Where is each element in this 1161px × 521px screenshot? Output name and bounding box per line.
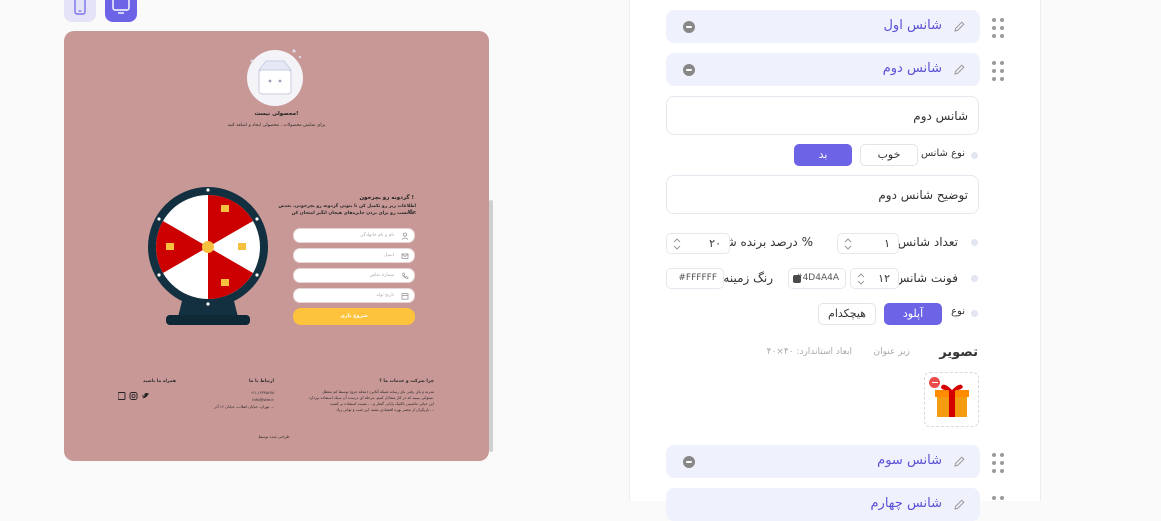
stepper-arrows-icon[interactable] [844,237,852,251]
chance-row-1[interactable]: شانس اول [666,10,980,43]
font-size-stepper[interactable]: ۱۲ [850,268,899,289]
desktop-view-button[interactable] [105,0,137,22]
mobile-icon [74,0,86,15]
phone-icon [402,272,409,279]
start-game-button[interactable]: شروع بازی [293,308,415,325]
bullet [971,275,978,282]
phone-field[interactable]: شماره تماس [293,268,415,283]
chance-settings-panel: شانس اول شانس دوم شانس دوم نوع شانس خوب … [629,0,1041,521]
stepper-arrows-icon[interactable] [673,237,681,251]
bg-color-label: رنگ زمینه [723,271,773,285]
twitter-icon [142,392,149,399]
email-field[interactable]: ایمیل [293,248,415,263]
chance-type-label: نوع شانس [920,148,965,159]
facebook-icon [118,392,126,400]
social-icons[interactable] [118,392,150,400]
chance-row-3[interactable]: شانس سوم [666,445,980,478]
chance-name-input[interactable]: شانس دوم [666,96,979,135]
font-color-picker[interactable]: #4D4A4A [788,268,846,289]
type-bad-button[interactable]: بد [794,144,852,166]
kind-label: نوع [951,306,965,317]
form-desc-2: شانست رو برای بردن جایزه‌های هیجان انگیز… [291,211,416,216]
chance-row-2[interactable]: شانس دوم [666,53,980,86]
font-color-swatch [793,275,801,283]
image-dimensions: ابعاد استاندارد: ۴۰×۴۰ [766,347,852,357]
mobile-view-button[interactable] [64,0,96,22]
win-percent-stepper[interactable]: ۲۰ [666,233,730,254]
count-stepper[interactable]: ۱ [837,233,899,254]
page-preview: محصولی نیست! برای نمایش محصولات ، محصولی… [64,31,489,461]
chance-2-label: شانس دوم [882,61,942,76]
footer-contact-text: ۰۲۱-۱۲۳۴۵۶۷۸ info@site.ir تهران، خیابان … [214,390,274,409]
image-upload-box[interactable] [924,372,979,427]
drag-handle-icon[interactable] [992,61,1006,81]
image-subtitle: زیر عنوان [873,347,910,357]
fortune-wheel[interactable] [146,185,270,327]
empty-box-illustration [247,49,303,106]
empty-subtitle: برای نمایش محصولات ، محصولی ایجاد و اضاف… [227,123,326,128]
bullet [971,310,978,317]
chance-4-label: شانس چهارم [870,496,943,511]
remove-chance-1-button[interactable] [683,21,695,33]
pencil-icon[interactable] [953,63,966,76]
empty-title: محصولی نیست! [254,111,299,117]
preview-scrollbar[interactable] [489,200,493,452]
remove-image-button[interactable] [929,377,940,388]
bullet [971,152,978,159]
birthday-field[interactable]: تاریخ تولد [293,288,415,303]
kind-none-button[interactable]: هیچکدام [818,303,876,325]
monitor-icon [112,0,130,14]
chance-3-label: شانس سوم [877,453,942,468]
pencil-icon[interactable] [953,498,966,511]
bullet [971,239,978,246]
pencil-icon[interactable] [953,20,966,33]
name-field[interactable]: نام و نام خانوادگی [293,228,415,243]
pencil-icon[interactable] [953,455,966,468]
footer-about-title: چرا شرکت و خدمات ما ؟ [379,379,434,384]
type-good-button[interactable]: خوب [860,144,918,166]
chance-row-4[interactable]: شانس چهارم [666,488,980,521]
footer-social-title: همراه ما باشید [143,379,176,384]
user-icon [401,232,409,240]
chance-1-label: شانس اول [883,18,942,33]
mail-icon [401,253,409,259]
form-headline: گردونه رو بچرخون ! [359,195,414,201]
remove-chance-3-button[interactable] [683,456,695,468]
stepper-arrows-icon[interactable] [857,272,865,286]
bg-color-picker[interactable]: #FFFFFF [666,268,724,289]
image-title: تصویر [939,345,978,360]
drag-handle-icon[interactable] [992,496,1006,516]
count-label: تعداد شانس [897,235,958,249]
footer-about-text: مدرنه و بای رفتی بای رساند شبکه آنلاین: … [308,389,434,412]
kind-upload-button[interactable]: آپلود [884,303,942,325]
drag-handle-icon[interactable] [992,453,1006,473]
font-size-label: فونت شانس [894,271,958,285]
drag-handle-icon[interactable] [992,18,1006,38]
calendar-icon [401,293,409,300]
chance-description-input[interactable]: توضیح شانس دوم [666,175,979,214]
remove-chance-2-button[interactable] [683,64,695,76]
footer-credit: طراحی شده توسط [258,434,290,439]
instagram-icon [129,392,138,400]
footer-contact-title: ارتباط با ما [248,379,274,384]
